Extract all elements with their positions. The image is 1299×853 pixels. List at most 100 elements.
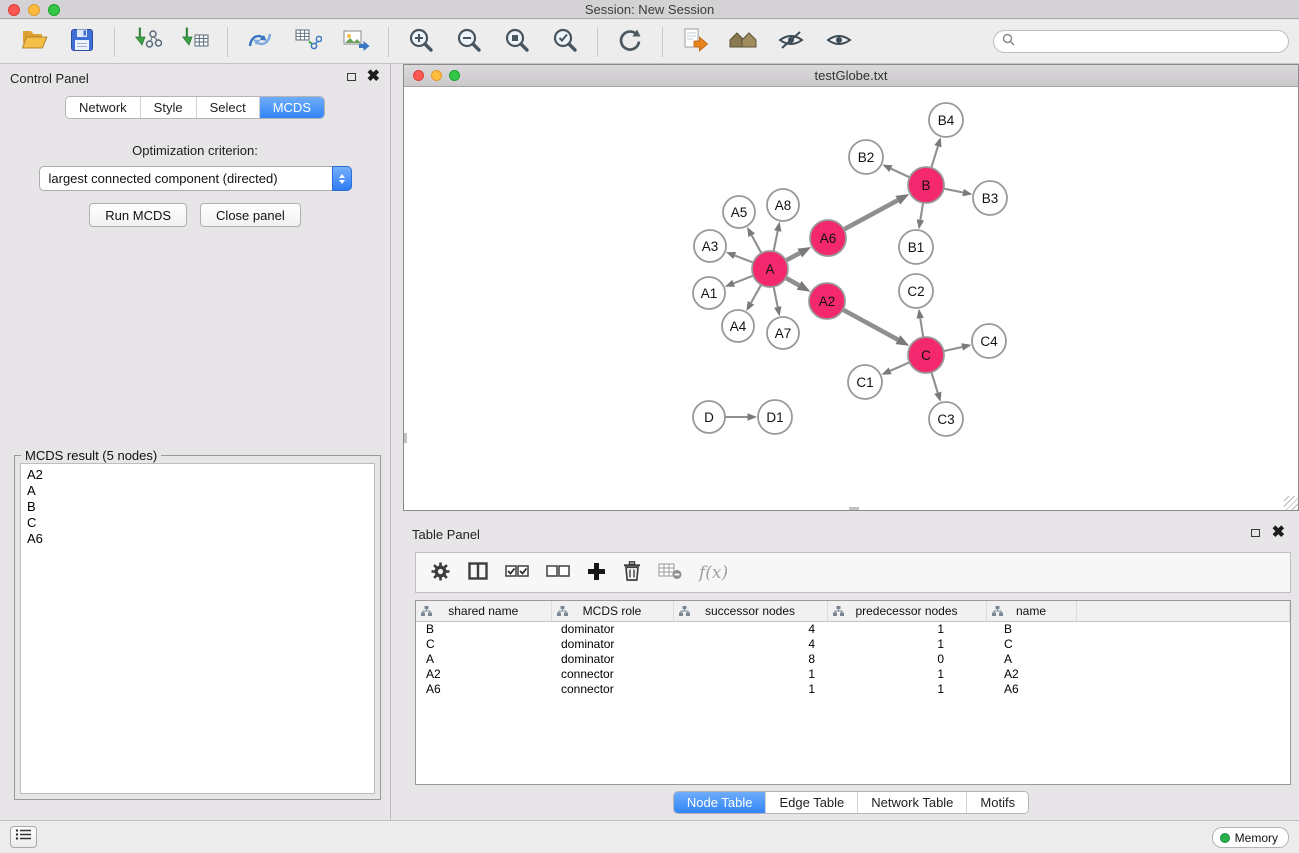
- table-settings-button[interactable]: [430, 561, 451, 585]
- table-cell[interactable]: 0: [827, 651, 986, 666]
- tab-select[interactable]: Select: [196, 97, 259, 118]
- zoom-selected-button[interactable]: [548, 25, 582, 59]
- column-header-MCDS-role[interactable]: MCDS role: [551, 601, 673, 621]
- zoom-window-button[interactable]: [48, 4, 60, 16]
- network-minimize-button[interactable]: [431, 70, 442, 81]
- search-box[interactable]: [993, 30, 1289, 53]
- table-row[interactable]: Bdominator41B: [416, 621, 1290, 636]
- vertical-scroll-nub[interactable]: [404, 433, 407, 443]
- graph-edge-A2-C[interactable]: [843, 310, 898, 340]
- horizontal-scroll-nub[interactable]: [849, 507, 859, 510]
- tab-network[interactable]: Network: [66, 97, 140, 118]
- column-header-successor-nodes[interactable]: successor nodes: [673, 601, 827, 621]
- graph-edge-C-C2[interactable]: [920, 318, 923, 337]
- refresh-view-button[interactable]: [613, 25, 647, 59]
- home-views-button[interactable]: [726, 25, 760, 59]
- table-cell[interactable]: 8: [673, 651, 827, 666]
- tab-edge-table[interactable]: Edge Table: [765, 792, 857, 813]
- table-cell[interactable]: B: [986, 621, 1076, 636]
- column-header-name[interactable]: name: [986, 601, 1076, 621]
- tab-node-table[interactable]: Node Table: [674, 792, 766, 813]
- add-column-button[interactable]: [587, 562, 606, 584]
- mcds-result-item[interactable]: B: [27, 499, 374, 515]
- table-cell[interactable]: 1: [827, 621, 986, 636]
- table-row[interactable]: Adominator80A: [416, 651, 1290, 666]
- table-cell[interactable]: C: [416, 636, 551, 651]
- mcds-result-item[interactable]: C: [27, 515, 374, 531]
- delete-column-button[interactable]: [623, 561, 641, 584]
- show-columns-button[interactable]: [468, 562, 488, 583]
- select-all-button[interactable]: [505, 564, 529, 581]
- network-close-button[interactable]: [413, 70, 424, 81]
- function-builder-button[interactable]: f(x): [699, 563, 728, 583]
- graph-edge-B-B1[interactable]: [920, 203, 923, 220]
- table-cell[interactable]: dominator: [551, 621, 673, 636]
- table-cell[interactable]: A: [986, 651, 1076, 666]
- graph-edge-A-A6[interactable]: [786, 253, 800, 260]
- table-cell[interactable]: 1: [673, 666, 827, 681]
- tab-mcds[interactable]: MCDS: [259, 97, 324, 118]
- table-cell[interactable]: dominator: [551, 636, 673, 651]
- table-cell[interactable]: dominator: [551, 651, 673, 666]
- zoom-in-button[interactable]: [404, 25, 438, 59]
- network-tools-button[interactable]: [243, 25, 277, 59]
- graph-edge-B-B2[interactable]: [891, 169, 910, 178]
- table-cell[interactable]: A6: [986, 681, 1076, 696]
- task-history-button[interactable]: [10, 826, 37, 848]
- import-table-button[interactable]: [178, 25, 212, 59]
- table-cell[interactable]: connector: [551, 666, 673, 681]
- close-table-panel-icon[interactable]: ✖: [1272, 527, 1285, 539]
- graph-edge-A-A2[interactable]: [786, 278, 799, 286]
- table-cell[interactable]: B: [416, 621, 551, 636]
- criterion-dropdown[interactable]: largest connected component (directed): [39, 166, 352, 191]
- network-zoom-button[interactable]: [449, 70, 460, 81]
- table-cell[interactable]: A2: [986, 666, 1076, 681]
- graph-edge-A-A8[interactable]: [774, 231, 778, 251]
- mcds-result-item[interactable]: A: [27, 483, 374, 499]
- search-input[interactable]: [1020, 33, 1280, 50]
- table-row[interactable]: Cdominator41C: [416, 636, 1290, 651]
- graph-edge-A6-B[interactable]: [844, 200, 898, 229]
- table-cell[interactable]: 4: [673, 621, 827, 636]
- tab-style[interactable]: Style: [140, 97, 196, 118]
- column-header-shared-name[interactable]: shared name: [416, 601, 551, 621]
- open-file-button[interactable]: [17, 25, 51, 59]
- graph-edge-C-C3[interactable]: [931, 372, 937, 393]
- close-panel-icon[interactable]: ✖: [367, 71, 380, 83]
- tab-motifs[interactable]: Motifs: [966, 792, 1028, 813]
- export-document-button[interactable]: [678, 25, 712, 59]
- table-cell[interactable]: 1: [673, 681, 827, 696]
- table-cell[interactable]: 4: [673, 636, 827, 651]
- table-cell[interactable]: 1: [827, 666, 986, 681]
- graph-edge-C-C1[interactable]: [890, 362, 909, 371]
- table-cell[interactable]: A2: [416, 666, 551, 681]
- table-cell[interactable]: 1: [827, 681, 986, 696]
- graph-edge-A-A4[interactable]: [751, 285, 761, 303]
- mcds-result-item[interactable]: A2: [27, 467, 374, 483]
- graph-edge-B-B3[interactable]: [944, 189, 963, 193]
- zoom-out-button[interactable]: [452, 25, 486, 59]
- tab-network-table[interactable]: Network Table: [857, 792, 966, 813]
- mcds-result-item[interactable]: A6: [27, 531, 374, 547]
- zoom-fit-button[interactable]: [500, 25, 534, 59]
- export-image-button[interactable]: [339, 25, 373, 59]
- deselect-all-button[interactable]: [546, 564, 570, 581]
- close-window-button[interactable]: [8, 4, 20, 16]
- graph-edge-C-C4[interactable]: [944, 347, 963, 351]
- minimize-window-button[interactable]: [28, 4, 40, 16]
- float-panel-icon[interactable]: [347, 73, 356, 81]
- import-network-button[interactable]: [130, 25, 164, 59]
- resize-grip[interactable]: [1284, 496, 1298, 510]
- column-header-predecessor-nodes[interactable]: predecessor nodes: [827, 601, 986, 621]
- memory-button[interactable]: Memory: [1212, 827, 1289, 848]
- float-table-panel-icon[interactable]: [1251, 529, 1260, 537]
- table-cell[interactable]: A6: [416, 681, 551, 696]
- graph-edge-A-A7[interactable]: [774, 287, 778, 307]
- graph-edge-A-A3[interactable]: [735, 255, 753, 262]
- table-row[interactable]: A6connector11A6: [416, 681, 1290, 696]
- table-cell[interactable]: C: [986, 636, 1076, 651]
- show-graphics-details-button[interactable]: [822, 25, 856, 59]
- table-cell[interactable]: connector: [551, 681, 673, 696]
- delete-table-button[interactable]: [658, 562, 682, 583]
- close-panel-button[interactable]: Close panel: [200, 203, 301, 227]
